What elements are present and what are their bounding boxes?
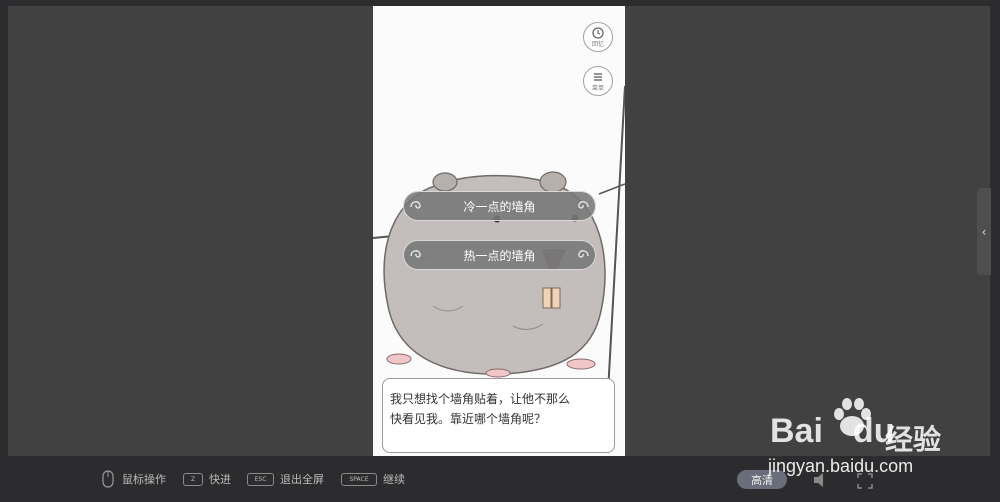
- dialog-line-1: 我只想找个墙角贴着，让他不那么: [390, 392, 571, 406]
- fast-forward-label: 快进: [209, 473, 231, 486]
- exit-fullscreen-hint[interactable]: ESC 退出全屏: [247, 456, 324, 502]
- fast-forward-hint[interactable]: Z 快进: [183, 456, 231, 502]
- menu-icon: [594, 73, 602, 81]
- choice-hot-corner[interactable]: 热一点的墙角: [403, 240, 596, 270]
- memory-icon: [592, 27, 604, 39]
- watermark-url: jingyan.baidu.com: [768, 456, 914, 476]
- mouse-control-hint: 鼠标操作: [100, 456, 166, 502]
- baidu-watermark: Bai du 经验 jingyan.baidu.com: [765, 398, 965, 478]
- menu-label: 菜单: [591, 85, 604, 92]
- watermark-cn: 经验: [885, 423, 942, 456]
- dialog-line-2: 快看见我。靠近哪个墙角呢？: [390, 412, 547, 426]
- memory-button[interactable]: 回忆: [583, 22, 613, 52]
- menu-button[interactable]: 菜单: [583, 66, 613, 96]
- swirl-ornament-icon: [410, 250, 421, 258]
- watermark-brand: Bai du: [770, 412, 895, 450]
- mouse-icon: [102, 470, 114, 488]
- exit-fullscreen-label: 退出全屏: [280, 473, 324, 486]
- dialog-box[interactable]: 我只想找个墙角贴着，让他不那么 快看见我。靠近哪个墙角呢？: [382, 378, 615, 453]
- choice-label: 热一点的墙角: [463, 248, 536, 263]
- choice-label: 冷一点的墙角: [463, 199, 536, 214]
- choice-cold-corner[interactable]: 冷一点的墙角: [403, 191, 596, 221]
- chevron-left-icon: ‹: [981, 224, 987, 239]
- swirl-ornament-icon: [410, 201, 421, 209]
- side-panel-toggle[interactable]: ‹: [977, 188, 991, 275]
- key-z: Z: [183, 472, 203, 486]
- memory-label: 回忆: [591, 41, 604, 48]
- key-esc: ESC: [247, 472, 274, 486]
- key-space: SPACE: [341, 472, 377, 486]
- mouse-label: 鼠标操作: [122, 473, 166, 486]
- swirl-ornament-icon: [578, 250, 589, 258]
- continue-hint[interactable]: SPACE 继续: [341, 456, 405, 502]
- continue-label: 继续: [383, 473, 405, 486]
- swirl-ornament-icon: [578, 201, 589, 209]
